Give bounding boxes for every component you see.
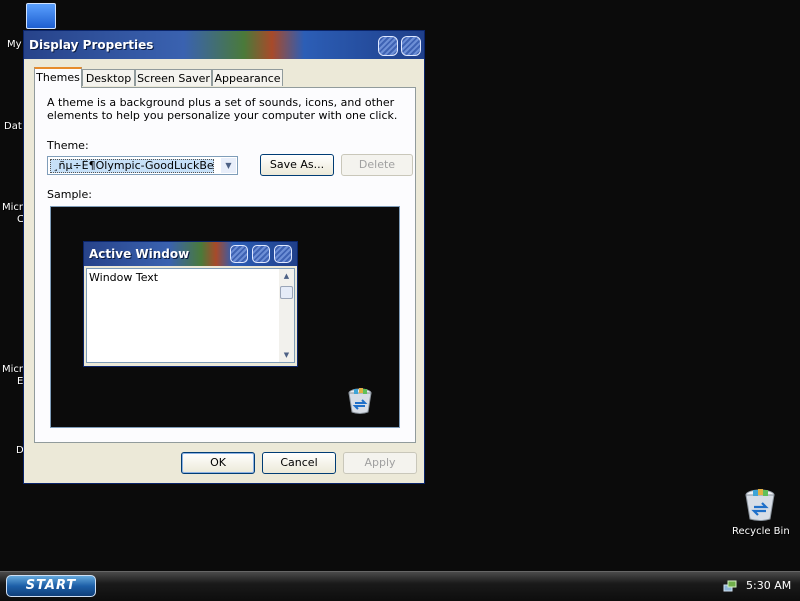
sample-window-titlebar: Active Window — [84, 242, 297, 266]
ok-button[interactable]: OK — [181, 452, 255, 474]
tab-themes[interactable]: Themes — [34, 67, 82, 88]
scroll-up-icon: ▲ — [283, 272, 290, 280]
sample-scrollbar: ▲ ▼ — [279, 269, 294, 362]
my-computer-icon[interactable] — [26, 3, 56, 29]
sample-minimize-icon — [230, 245, 248, 263]
sample-window-title: Active Window — [89, 247, 190, 261]
desktop-label-micr-2[interactable]: Micr — [2, 364, 23, 375]
sample-window-text: Window Text — [89, 271, 159, 284]
sample-maximize-icon — [252, 245, 270, 263]
theme-dropdown[interactable]: ¸ñµ÷Ê¶Olympic-GoodLuckBeijing ▼ — [47, 156, 238, 175]
save-as-button[interactable]: Save As... — [260, 154, 334, 176]
scroll-down-icon: ▼ — [283, 351, 290, 359]
tab-desktop[interactable]: Desktop — [82, 69, 135, 86]
delete-button[interactable]: Delete — [341, 154, 413, 176]
desktop-label-micr-1[interactable]: Micr — [2, 202, 23, 213]
sample-active-window: Active Window Window Text ▲ ▼ — [83, 241, 298, 367]
dialog-titlebar[interactable]: Display Properties — [24, 31, 424, 59]
display-properties-dialog: Display Properties Themes Desktop Screen… — [23, 30, 425, 484]
network-icon[interactable] — [723, 579, 737, 593]
theme-sample-preview: Active Window Window Text ▲ ▼ — [50, 206, 400, 428]
desktop-label-dat[interactable]: Dat — [4, 121, 22, 132]
theme-dropdown-value: ¸ñµ÷Ê¶Olympic-GoodLuckBeijing — [50, 159, 214, 173]
desktop-label-my[interactable]: My — [7, 39, 22, 50]
theme-label: Theme: — [47, 139, 89, 152]
cancel-button[interactable]: Cancel — [262, 452, 336, 474]
recycle-bin-icon — [348, 388, 372, 414]
start-button[interactable]: START — [6, 575, 96, 597]
taskbar: START 5:30 AM — [0, 571, 800, 601]
themes-panel: A theme is a background plus a set of so… — [34, 87, 416, 443]
sample-label: Sample: — [47, 188, 92, 201]
dialog-title: Display Properties — [29, 38, 154, 52]
theme-description: A theme is a background plus a set of so… — [47, 96, 398, 122]
help-button[interactable] — [378, 36, 398, 56]
tab-appearance[interactable]: Appearance — [212, 69, 283, 86]
scroll-thumb — [280, 286, 293, 299]
tab-screen-saver[interactable]: Screen Saver — [135, 69, 212, 86]
chevron-down-icon[interactable]: ▼ — [221, 158, 236, 173]
clock[interactable]: 5:30 AM — [746, 579, 791, 592]
sample-window-content: Window Text ▲ ▼ — [86, 268, 295, 363]
apply-button[interactable]: Apply — [343, 452, 417, 474]
recycle-bin-label[interactable]: Recycle Bin — [732, 526, 790, 537]
desktop-recycle-bin-icon[interactable] — [744, 488, 776, 522]
sample-close-icon — [274, 245, 292, 263]
close-button[interactable] — [401, 36, 421, 56]
system-tray: 5:30 AM — [716, 574, 800, 599]
